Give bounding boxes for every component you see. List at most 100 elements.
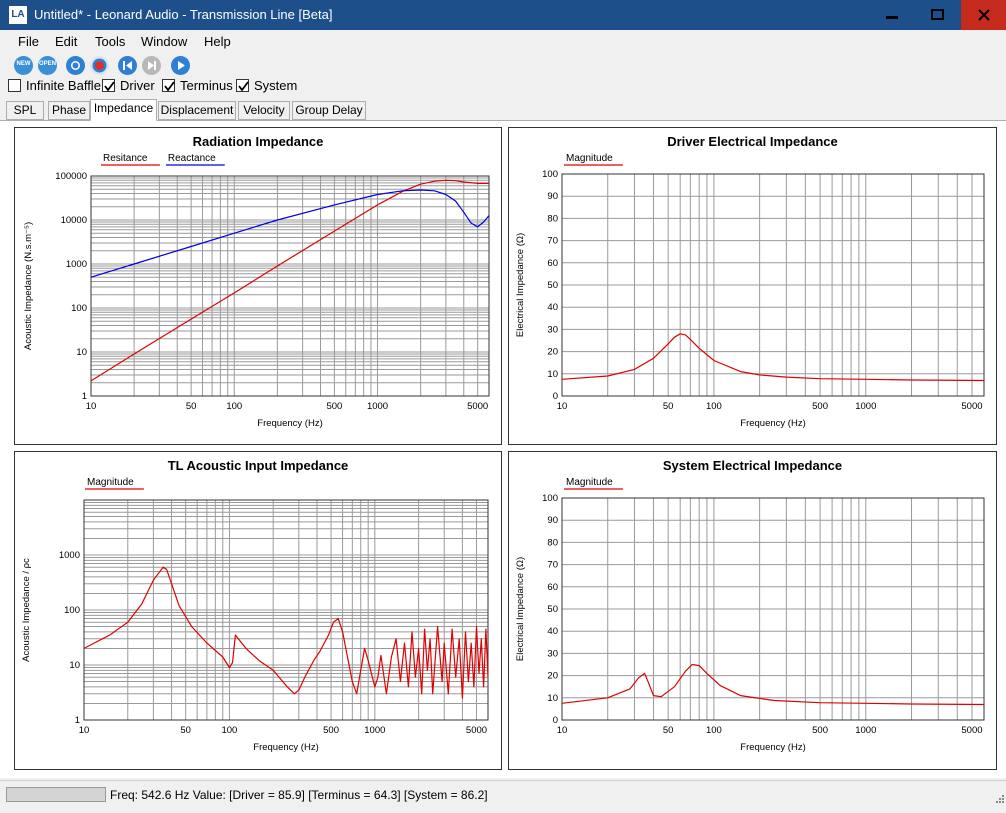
infinite-baffle-label: Infinite Baffle [26,78,101,93]
menu-window[interactable]: Window [141,34,187,49]
y-axis-label: Acoustic Impedance / ρc [21,558,32,662]
tab-impedance[interactable]: Impedance [90,99,157,121]
x-axis-label: Frequency (Hz) [257,418,322,429]
record-red-button[interactable] [90,56,109,75]
y-tick-label: 60 [547,582,558,593]
x-tick-label: 500 [326,401,342,412]
minimize-button[interactable] [869,0,915,30]
y-tick-label: 100 [542,493,558,504]
step-back-button[interactable] [118,56,137,75]
status-readout: Freq: 542.6 Hz Value: [Driver = 85.9] [T… [110,788,488,802]
y-tick-label: 90 [547,515,558,526]
chart-title: System Electrical Impedance [663,458,842,473]
menu-edit[interactable]: Edit [55,34,77,49]
x-tick-label: 10 [557,725,568,736]
new-button[interactable]: NEW [14,56,33,75]
checkmark-icon [164,81,175,92]
menu-help[interactable]: Help [204,34,231,49]
open-button[interactable]: OPEN [38,56,57,75]
x-tick-label: 50 [663,725,674,736]
y-tick-label: 10 [76,347,87,358]
checkmark-icon [104,81,115,92]
x-tick-label: 5000 [466,725,487,736]
tab-velocity[interactable]: Velocity [238,101,290,120]
chart-title: Driver Electrical Impedance [667,134,838,149]
window-title: Untitled* - Leonard Audio - Transmission… [34,7,333,22]
x-tick-label: 1000 [855,401,876,412]
x-tick-label: 5000 [961,401,982,412]
y-tick-label: 30 [547,324,558,335]
checkmark-icon [238,81,249,92]
x-tick-label: 1000 [855,725,876,736]
y-tick-label: 10000 [61,215,87,226]
x-tick-label: 100 [221,725,237,736]
y-tick-label: 30 [547,648,558,659]
y-tick-label: 70 [547,236,558,247]
x-tick-label: 500 [812,725,828,736]
y-tick-label: 100000 [55,171,87,182]
checkbox-box[interactable] [236,79,249,92]
maximize-button[interactable] [915,0,961,30]
driver-label: Driver [120,78,155,93]
menu-bar: File Edit Tools Window Help [0,30,1006,52]
resize-grip-icon[interactable] [994,793,1004,803]
legend-label: Resitance [103,153,148,164]
checkbox-box[interactable] [8,79,21,92]
tab-phase[interactable]: Phase [48,101,90,120]
system-electrical-impedance-chart[interactable]: System Electrical Impedance Magnitude 10 50… [509,452,996,769]
radiation-impedance-panel: Radiation Impedance Resitance Reactance 10 5… [14,127,502,445]
checkbox-box[interactable] [162,79,175,92]
y-tick-label: 1000 [59,550,80,561]
system-label: System [254,78,298,93]
tab-spl[interactable]: SPL [6,101,44,120]
tl-impedance-panel: TL Acoustic Input Impedance Magnitude 10 50… [14,451,502,770]
checkbox-box[interactable] [102,79,115,92]
menu-file[interactable]: File [18,34,39,49]
menu-tools[interactable]: Tools [95,34,125,49]
y-tick-label: 10 [547,693,558,704]
radiation-impedance-chart[interactable]: Radiation Impedance Resitance Reactance 10 5… [15,128,501,444]
play-icon [178,61,185,70]
x-tick-label: 5000 [961,725,982,736]
y-tick-label: 40 [547,626,558,637]
y-tick-label: 100 [542,169,558,180]
legend-label: Reactance [168,153,216,164]
y-tick-label: 10 [547,369,558,380]
x-tick-label: 10 [86,401,97,412]
plot-frame [90,175,490,397]
new-icon: NEW [16,61,31,67]
record-blue-button[interactable] [66,56,85,75]
app-logo-icon: LA [9,6,27,24]
x-tick-label: 5000 [467,401,488,412]
driver-electrical-impedance-chart[interactable]: Driver Electrical Impedance Magnitude 10 50… [509,128,996,444]
y-tick-label: 1000 [66,259,87,270]
x-tick-label: 50 [180,725,191,736]
tl-acoustic-input-impedance-chart[interactable]: TL Acoustic Input Impedance Magnitude 10 50… [15,452,501,769]
x-tick-label: 10 [557,401,568,412]
record-red-icon [92,58,107,73]
y-tick-label: 50 [547,280,558,291]
close-button[interactable] [961,0,1006,30]
y-tick-label: 20 [547,347,558,358]
y-axis-label: Electrical Impedance (Ω) [515,233,526,337]
y-tick-label: 80 [547,537,558,548]
x-tick-label: 100 [706,401,722,412]
x-tick-label: 500 [812,401,828,412]
x-axis-label: Frequency (Hz) [740,742,805,753]
minimize-icon [886,16,898,19]
tab-group-delay[interactable]: Group Delay [292,101,366,120]
tab-displacement[interactable]: Displacement [158,101,236,120]
record-blue-icon [71,61,80,70]
y-tick-label: 1 [82,391,87,402]
y-tick-label: 90 [547,191,558,202]
y-tick-label: 40 [547,302,558,313]
y-tick-label: 60 [547,258,558,269]
step-back-icon [123,61,132,70]
step-forward-button[interactable] [142,56,161,75]
play-button[interactable] [171,56,190,75]
x-tick-label: 50 [663,401,674,412]
x-tick-label: 100 [226,401,242,412]
open-icon: OPEN [38,61,56,67]
series-line-resitance [90,179,489,382]
status-bar: Freq: 542.6 Hz Value: [Driver = 85.9] [T… [0,780,1006,813]
